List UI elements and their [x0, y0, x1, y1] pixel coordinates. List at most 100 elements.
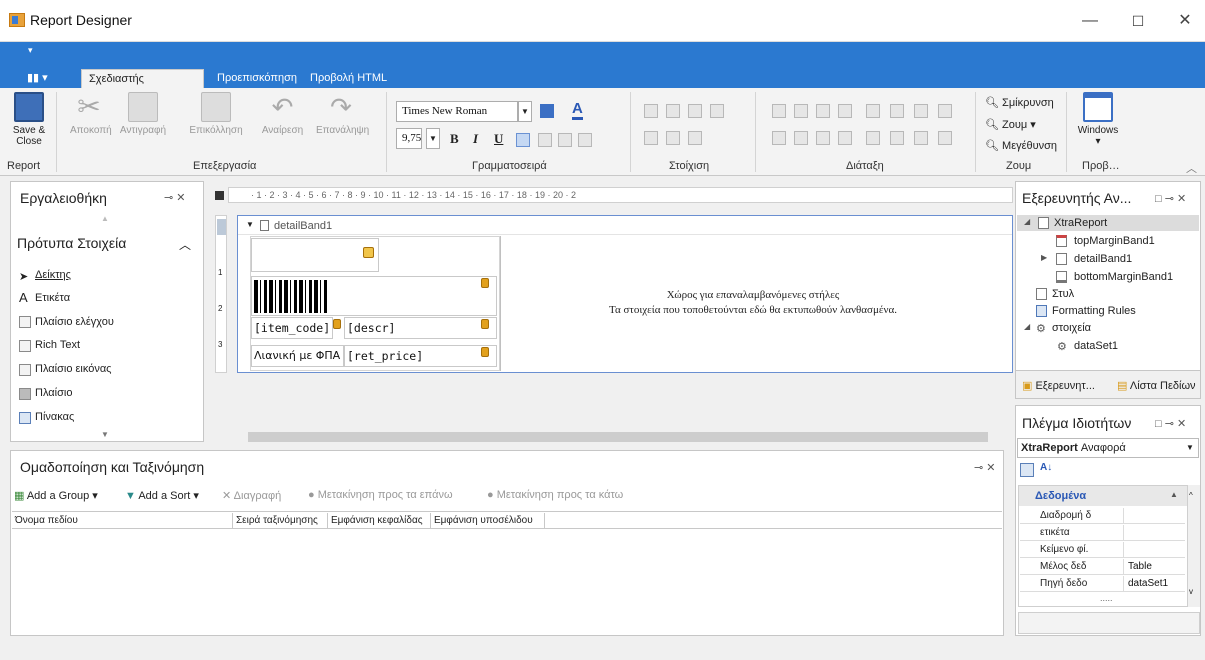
move-up-button[interactable]: ● Μετακίνηση προς τα επάνω [308, 489, 453, 501]
tab-explorer[interactable]: ▣ Εξερευνητ... [1022, 379, 1095, 392]
layout-icon-16[interactable] [938, 131, 952, 145]
layout-icon-3[interactable] [816, 104, 830, 118]
item-code-cell[interactable]: [item_code] [251, 317, 333, 339]
layout-icon-1[interactable] [772, 104, 786, 118]
tree-detail-band[interactable]: detailBand1 [1074, 253, 1132, 265]
highlight-color-icon[interactable] [540, 104, 554, 118]
add-group-button[interactable]: ▦ Add a Group ▾ [14, 489, 98, 502]
undo-button[interactable]: ↶ Αναίρεση [260, 92, 305, 136]
prop-row-filter-text[interactable]: Κείμενο φί. [1020, 542, 1185, 558]
expand-xtrareport-icon[interactable]: ◢ [1024, 217, 1030, 226]
scroll-up-arrow[interactable]: ^ [1189, 491, 1193, 500]
size-dropdown-icon[interactable]: ▼ [426, 128, 440, 149]
prop-row-data-path[interactable]: Διαδρομή δ [1020, 508, 1185, 524]
explorer-pin-close-icon[interactable]: □ ⊸ ✕ [1155, 192, 1186, 205]
category-data[interactable]: Δεδομένα [1019, 486, 1187, 506]
align-icon-4[interactable] [710, 104, 724, 118]
toolbox-item-checkbox[interactable]: Πλαίσιο ελέγχου [35, 316, 114, 328]
tree-bottom-margin[interactable]: bottomMarginBand1 [1074, 271, 1173, 283]
collapse-section-icon[interactable]: ︿ [179, 236, 191, 253]
toolbox-item-label[interactable]: Ετικέτα [35, 292, 70, 304]
alphabetical-icon[interactable]: A↓ [1040, 462, 1052, 473]
align-icon-2[interactable] [666, 104, 680, 118]
layout-icon-9[interactable] [772, 131, 786, 145]
font-dropdown-icon[interactable]: ▼ [518, 101, 532, 122]
cut-button[interactable]: ✂ Αποκοπή [70, 92, 112, 137]
toolbox-item-table[interactable]: Πίνακας [35, 411, 74, 423]
layout-icon-7[interactable] [914, 104, 928, 118]
col-show-footer[interactable]: Εμφάνιση υποσέλιδου [431, 513, 545, 529]
horizontal-scrollbar[interactable] [232, 430, 1000, 444]
layout-icon-5[interactable] [866, 104, 880, 118]
layout-icon-12[interactable] [838, 131, 852, 145]
layout-icon-6[interactable] [890, 104, 904, 118]
tab-preview[interactable]: Προεπισκόπηση [210, 69, 304, 88]
copy-button[interactable]: Αντιγραφή [118, 92, 168, 136]
qat-dropdown-icon[interactable]: ▾ [28, 45, 33, 56]
prop-row-data-member[interactable]: Μέλος δεδ Table [1020, 559, 1185, 575]
align-icon-5[interactable] [644, 131, 658, 145]
toolbox-item-pointer[interactable]: Δείκτης [35, 269, 71, 281]
collapse-category-icon[interactable]: ▲ [1170, 490, 1178, 499]
item-code-tag-icon[interactable] [333, 319, 341, 329]
align-icon-6[interactable] [666, 131, 680, 145]
prop-value[interactable]: Table [1125, 559, 1152, 574]
band-handle[interactable] [217, 219, 226, 235]
select-all-icon[interactable] [215, 191, 224, 200]
font-name-field[interactable]: Times New Roman [396, 101, 518, 122]
tab-field-list[interactable]: ▤ Λίστα Πεδίων [1117, 379, 1196, 392]
add-sort-button[interactable]: ▼ Add a Sort ▾ [125, 489, 199, 502]
scroll-down-icon[interactable]: ▼ [101, 430, 109, 439]
toolbox-item-rich-text[interactable]: Rich Text [35, 339, 80, 351]
layout-icon-15[interactable] [914, 131, 928, 145]
col-show-header[interactable]: Εμφάνιση κεφαλίδας [328, 513, 431, 529]
tab-report-designer[interactable]: Σχεδιαστής Αναφορών [81, 69, 204, 104]
categorized-icon[interactable] [1020, 463, 1034, 477]
layout-icon-11[interactable] [816, 131, 830, 145]
italic-button[interactable]: I [473, 131, 478, 147]
col-field-name[interactable]: Όνομα πεδίου [12, 513, 233, 529]
zoom-in-button[interactable]: 🔍︎ Μεγέθυνση [985, 139, 1057, 152]
object-dropdown-icon[interactable]: ▼ [1186, 439, 1194, 457]
scroll-up-icon[interactable]: ▲ [101, 214, 109, 223]
grouping-grid[interactable] [12, 511, 1002, 634]
prop-row-data-source[interactable]: Πηγή δεδο dataSet1 [1020, 576, 1185, 592]
props-pin-close-icon[interactable]: □ ⊸ ✕ [1155, 417, 1186, 430]
tree-xtrareport[interactable]: XtraReport [1054, 217, 1107, 229]
align-icon-3[interactable] [688, 104, 702, 118]
col-sort-order[interactable]: Σειρά ταξινόμησης [233, 513, 328, 529]
scroll-thumb[interactable] [248, 432, 988, 442]
expand-detail-icon[interactable]: ▶ [1041, 253, 1047, 262]
file-menu-button[interactable]: ▮▮ ▾ [20, 69, 55, 88]
font-color-icon[interactable]: A [572, 100, 583, 120]
justify-icon[interactable] [578, 133, 592, 147]
barcode-tag-icon[interactable] [481, 278, 489, 288]
underline-button[interactable]: U [494, 131, 503, 147]
prop-value[interactable]: dataSet1 [1125, 576, 1168, 591]
smart-tag-icon[interactable] [363, 247, 374, 258]
picture-cell[interactable] [251, 238, 379, 272]
object-selector[interactable]: XtraReport Αναφορά ▼ [1017, 438, 1199, 458]
windows-button[interactable]: Windows ▾ [1073, 92, 1123, 147]
retail-label-cell[interactable]: Λιανική με ΦΠΑ [251, 345, 344, 367]
layout-icon-8[interactable] [938, 104, 952, 118]
save-close-button[interactable]: Save & Close [10, 92, 48, 147]
layout-icon-2[interactable] [794, 104, 808, 118]
layout-icon-13[interactable] [866, 131, 880, 145]
tab-html-view[interactable]: Προβολή HTML [303, 69, 394, 88]
zoom-button[interactable]: 🔍︎ Ζουμ ▾ [985, 118, 1036, 131]
tree-styles[interactable]: Στυλ [1052, 288, 1074, 300]
align-left-icon[interactable] [516, 133, 530, 147]
align-right-icon[interactable] [558, 133, 572, 147]
tree-formatting-rules[interactable]: Formatting Rules [1052, 305, 1136, 317]
props-scrollbar[interactable]: ^ v [1188, 485, 1200, 607]
expand-components-icon[interactable]: ◢ [1024, 322, 1030, 331]
ret-price-tag-icon[interactable] [481, 347, 489, 357]
tree-dataset[interactable]: dataSet1 [1074, 340, 1118, 352]
bold-button[interactable]: B [450, 131, 459, 147]
scroll-down-arrow[interactable]: v [1189, 587, 1193, 596]
minimize-button[interactable]: — [1075, 8, 1105, 34]
prop-row-tag[interactable]: ετικέτα [1020, 525, 1185, 541]
tree-top-margin[interactable]: topMarginBand1 [1074, 235, 1155, 247]
close-button[interactable]: ✕ [1170, 8, 1200, 34]
